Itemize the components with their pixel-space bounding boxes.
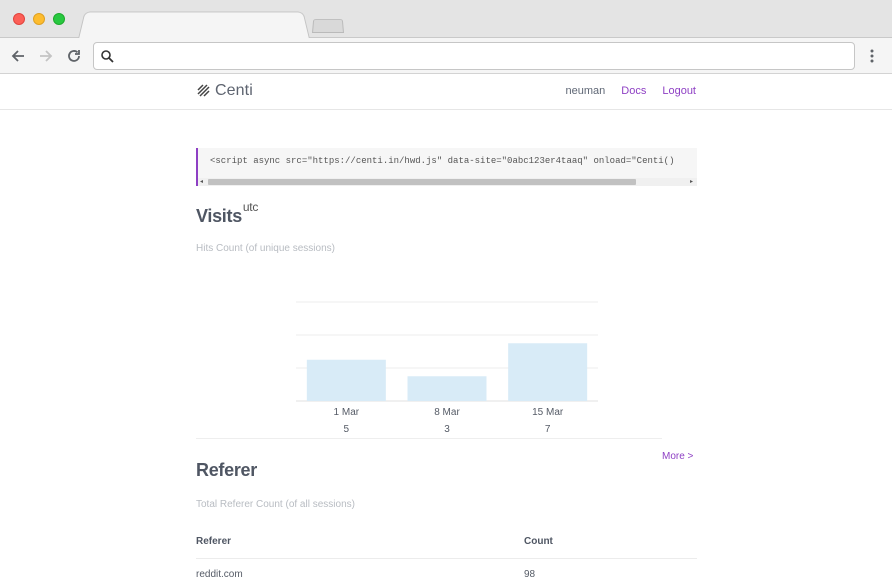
more-link[interactable]: More > [662,451,693,462]
scroll-right-icon[interactable]: ▸ [690,179,693,185]
visits-chart-svg [296,301,598,402]
new-tab-button[interactable] [312,18,344,33]
browser-tab-strip [0,0,892,39]
window-close-icon[interactable] [13,13,25,25]
logo-text: Centi [215,82,253,99]
site-header: Centi neuman Docs Logout [0,74,892,110]
forward-arrow-icon[interactable] [34,44,58,68]
search-icon [100,49,115,64]
top-nav: neuman Docs Logout [566,85,696,97]
chart-category-label: 8 Mar [434,407,460,418]
visits-chart: 1 Mar 5 8 Mar 3 15 Mar 7 [296,290,598,440]
chart-bar[interactable] [508,343,588,401]
scroll-thumb[interactable] [208,179,636,185]
table-cell-count: 98 [524,569,536,580]
address-input[interactable] [122,46,842,66]
visits-title-text: Visits [196,206,242,226]
window-maximize-icon[interactable] [53,13,65,25]
chart-bar[interactable] [407,376,487,401]
nav-logout-link[interactable]: Logout [662,85,696,97]
embed-code-block[interactable]: <script async src="https://centi.in/hwd.… [196,148,697,186]
visits-timezone: utc [242,200,259,214]
visits-subtitle: Hits Count (of unique sessions) [196,243,335,254]
chart-bar[interactable] [306,359,386,401]
column-header-count[interactable]: Count [524,536,553,547]
window-minimize-icon[interactable] [33,13,45,25]
nav-username[interactable]: neuman [566,85,606,97]
column-header-referer[interactable]: Referer [196,536,231,547]
reload-icon[interactable] [62,44,86,68]
table-cell-referer[interactable]: reddit.com [196,569,243,580]
embed-code-text: <script async src="https://centi.in/hwd.… [210,156,675,166]
referer-title: Referer [196,460,257,480]
centi-logo-icon [197,84,210,97]
scroll-left-icon[interactable]: ◂ [200,179,203,185]
browser-toolbar [0,38,892,74]
visits-title: Visitsutc [196,200,258,227]
chart-category-label: 1 Mar [333,407,360,418]
chart-divider [196,438,662,439]
browser-tab-active[interactable] [78,11,310,39]
logo[interactable]: Centi [197,82,253,100]
address-bar[interactable] [93,42,855,70]
browser-menu-icon[interactable] [864,46,880,66]
chart-value-label: 5 [343,424,350,435]
referer-subtitle: Total Referer Count (of all sessions) [196,499,355,510]
chart-value-label: 3 [444,424,450,435]
table-header-divider [196,558,697,559]
code-scrollbar[interactable]: ◂ ▸ [198,178,697,186]
chart-value-label: 7 [544,424,551,435]
chart-category-label: 15 Mar [532,407,564,418]
back-arrow-icon[interactable] [6,44,30,68]
nav-docs-link[interactable]: Docs [621,85,646,97]
